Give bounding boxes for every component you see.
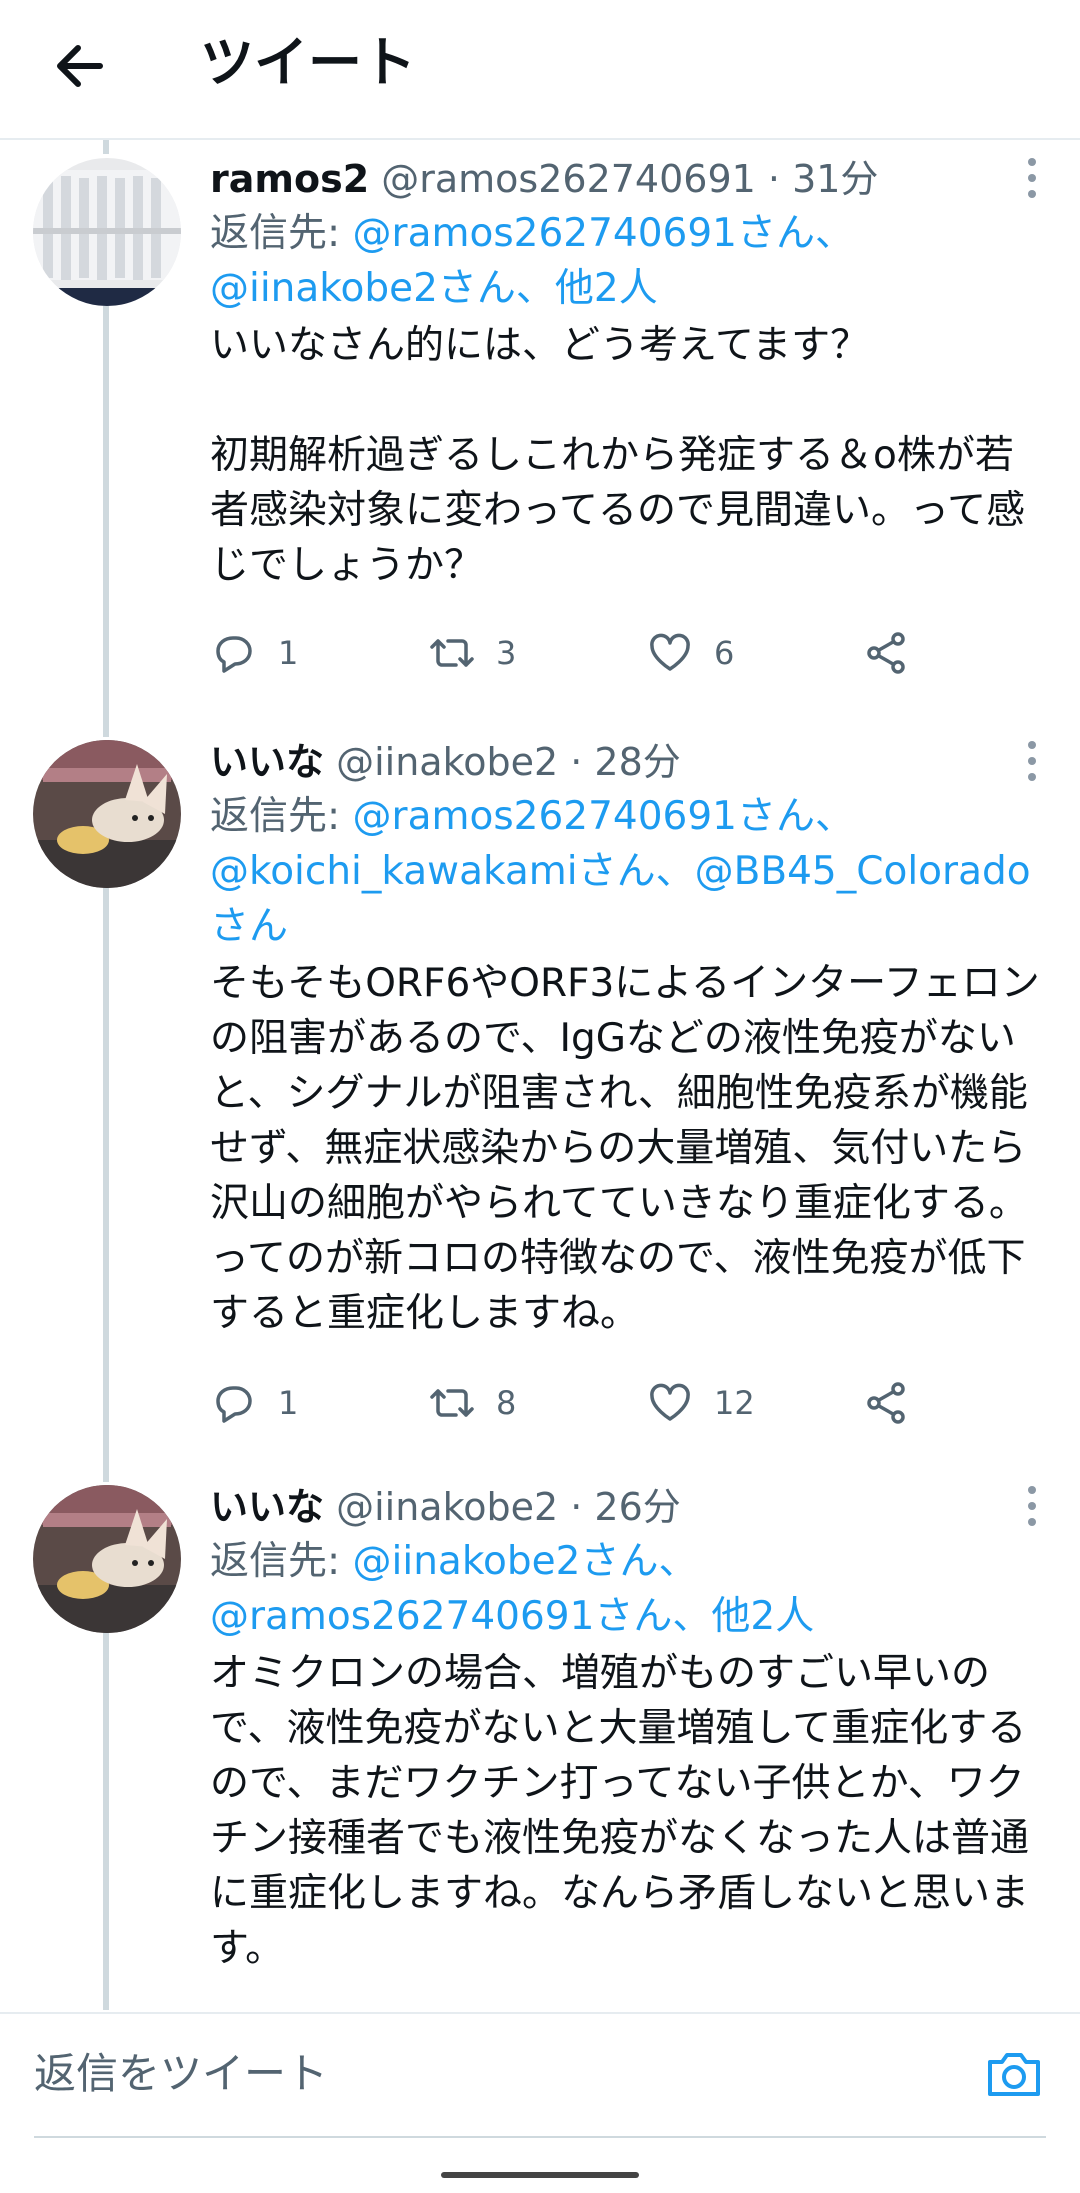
- reply-count: 1: [278, 634, 299, 672]
- reply-context: 返信先: @iinakobe2さん、@ramos262740691さん、他2人: [210, 1539, 815, 1639]
- user-handle[interactable]: @iinakobe2: [336, 1485, 558, 1529]
- share-icon: [867, 1382, 905, 1424]
- tweet-thread: ramos2 @ramos262740691 · 31分 返信先: @ramos…: [0, 140, 1080, 2010]
- user-handle[interactable]: @iinakobe2: [336, 740, 558, 784]
- divider: [34, 2136, 1046, 2138]
- like-count: 6: [714, 634, 735, 672]
- tweet-text: そもそもORF6やORF3によるインターフェロンの阻害があるので、IgGなどの液…: [210, 961, 1040, 1336]
- more-vertical-icon: [1028, 741, 1036, 781]
- reply-input[interactable]: 返信をツイート: [34, 2044, 328, 2104]
- display-name[interactable]: いいな: [210, 740, 324, 784]
- retweet-icon: [430, 1389, 474, 1417]
- like-button[interactable]: 6: [646, 623, 734, 683]
- retweet-icon: [430, 639, 474, 667]
- like-count: 12: [714, 1384, 755, 1422]
- tweet-header: いいな @iinakobe2 · 28分: [210, 735, 1050, 789]
- page-title: ツイート: [200, 31, 416, 94]
- thread-line: [103, 300, 109, 725]
- reply-context: 返信先: @ramos262740691さん、@iinakobe2さん、他2人: [210, 211, 854, 311]
- share-button[interactable]: [862, 623, 930, 683]
- more-options-button[interactable]: [1020, 739, 1044, 783]
- reply-icon: [216, 636, 252, 673]
- share-icon: [867, 632, 905, 674]
- timestamp[interactable]: · 28分: [570, 740, 681, 784]
- retweet-button[interactable]: 8: [428, 1373, 516, 1433]
- heart-icon: [650, 633, 690, 671]
- reply-context: 返信先: @ramos262740691さん、@koichi_kawakamiさ…: [210, 794, 1031, 949]
- avatar[interactable]: [33, 740, 181, 888]
- tweet[interactable]: ramos2 @ramos262740691 · 31分 返信先: @ramos…: [0, 140, 1080, 725]
- display-name[interactable]: いいな: [210, 1485, 324, 1529]
- thread-line: [103, 1470, 109, 1482]
- camera-icon: [988, 2053, 1040, 2096]
- avatar[interactable]: [33, 1485, 181, 1633]
- top-bar: ツイート: [0, 0, 1080, 140]
- reply-button[interactable]: 1: [210, 623, 298, 683]
- more-vertical-icon: [1028, 158, 1036, 198]
- arrow-left-icon: [57, 45, 103, 87]
- thread-line: [103, 140, 109, 154]
- share-button[interactable]: [862, 1373, 930, 1433]
- thread-line: [103, 885, 109, 1470]
- timestamp[interactable]: · 26分: [570, 1485, 681, 1529]
- reply-button[interactable]: 1: [210, 1373, 298, 1433]
- retweet-count: 8: [496, 1384, 517, 1422]
- tweet-actions: 1 3 6: [210, 623, 990, 683]
- more-options-button[interactable]: [1020, 1484, 1044, 1528]
- thread-line: [103, 1630, 109, 2010]
- tweet[interactable]: いいな @iinakobe2 · 28分 返信先: @ramos26274069…: [0, 725, 1080, 1470]
- user-handle[interactable]: @ramos262740691: [381, 157, 756, 201]
- reply-count: 1: [278, 1384, 299, 1422]
- like-button[interactable]: 12: [646, 1373, 755, 1433]
- heart-icon: [650, 1383, 690, 1421]
- retweet-count: 3: [496, 634, 517, 672]
- camera-button[interactable]: [982, 2042, 1046, 2106]
- tweet-header: いいな @iinakobe2 · 26分: [210, 1480, 1050, 1534]
- thread-line: [103, 725, 109, 737]
- tweet-text: いいなさん的には、どう考えてます？ 初期解析過ぎるしこれから発症する＆o株が若者…: [210, 323, 1026, 588]
- tweet-text: オミクロンの場合、増殖がものすごい早いので、液性免疫がないと大量増殖して重症化す…: [210, 1651, 1030, 1971]
- tweet-header: ramos2 @ramos262740691 · 31分: [210, 152, 1050, 206]
- display-name[interactable]: ramos2: [210, 157, 369, 201]
- back-button[interactable]: [48, 34, 112, 98]
- tweet[interactable]: いいな @iinakobe2 · 26分 返信先: @iinakobe2さん、@…: [0, 1470, 1080, 2010]
- more-options-button[interactable]: [1020, 156, 1044, 200]
- reply-composer: 返信をツイート: [0, 2012, 1080, 2138]
- tweet-actions: 1 8 12: [210, 1373, 990, 1433]
- reply-icon: [216, 1386, 252, 1423]
- home-indicator[interactable]: [441, 2172, 639, 2178]
- avatar[interactable]: [33, 158, 181, 306]
- more-vertical-icon: [1028, 1486, 1036, 1526]
- timestamp[interactable]: · 31分: [768, 157, 879, 201]
- retweet-button[interactable]: 3: [428, 623, 516, 683]
